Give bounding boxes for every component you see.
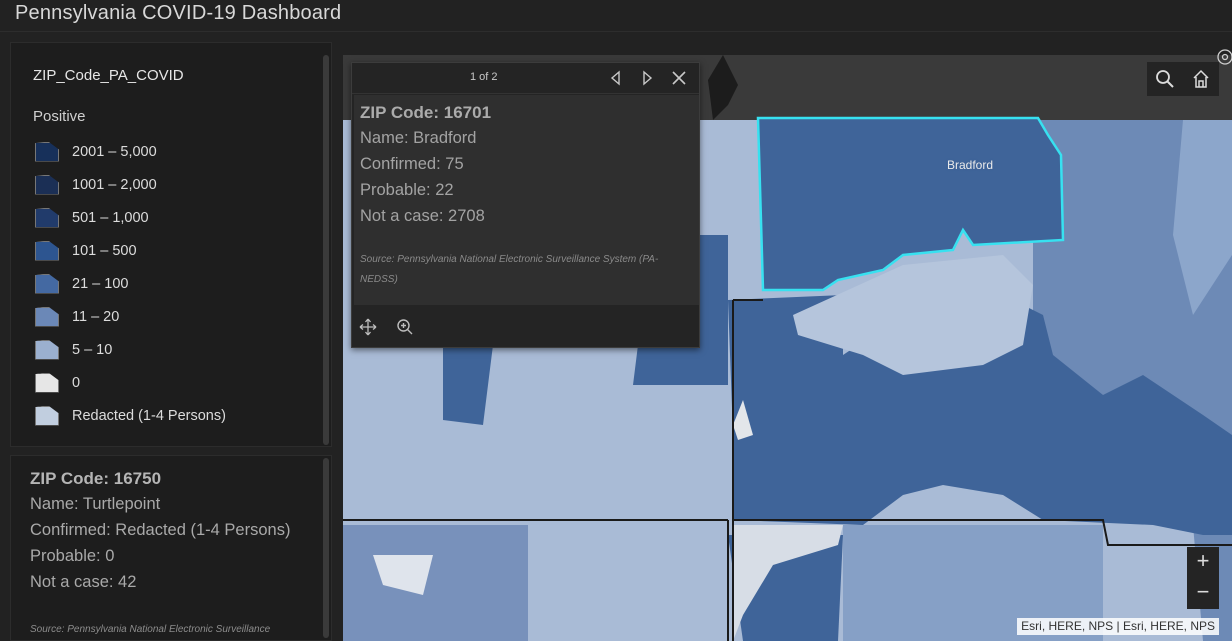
info-scrollbar[interactable] — [323, 458, 329, 638]
popup-next-button[interactable] — [637, 68, 657, 88]
zoom-to-icon — [397, 319, 413, 335]
legend-swatch — [35, 141, 59, 162]
legend-swatch — [35, 240, 59, 261]
legend-item-label: 11 – 20 — [72, 308, 120, 325]
legend-swatch — [35, 339, 59, 360]
info-zip-title: ZIP Code: 16750 — [30, 469, 162, 488]
legend-item-label: 2001 – 5,000 — [72, 143, 157, 160]
chevron-left-icon — [610, 70, 620, 86]
home-button[interactable] — [1190, 68, 1212, 90]
popup-pager: 1 of 2 — [470, 71, 498, 83]
legend-scrollbar[interactable] — [323, 55, 329, 445]
zoom-control: + − — [1187, 547, 1219, 609]
zoom-in-button[interactable]: + — [1187, 547, 1219, 577]
legend-swatch — [35, 174, 59, 195]
popup-probable: Probable: 22 — [360, 181, 454, 199]
popup-source: Source: Pennsylvania National Electronic… — [360, 254, 659, 285]
legend-layer-title: ZIP_Code_PA_COVID — [33, 67, 184, 84]
expand-widget-button[interactable] — [1216, 48, 1232, 66]
popup-header: 1 of 2 — [352, 63, 699, 94]
legend-item-label: 0 — [72, 374, 81, 391]
home-icon — [1193, 69, 1209, 88]
move-icon — [359, 318, 377, 336]
legend-item-label: Redacted (1-4 Persons) — [72, 407, 226, 424]
settings-icon — [1217, 49, 1232, 65]
legend-item-label: 501 – 1,000 — [72, 209, 149, 226]
popup-pan-button[interactable] — [358, 317, 378, 337]
legend-item: 1001 – 2,000 — [35, 168, 226, 201]
legend-swatch — [35, 372, 59, 393]
popup-confirmed: Confirmed: 75 — [360, 155, 464, 173]
popup-not-a-case: Not a case: 2708 — [360, 207, 485, 225]
legend-item: 5 – 10 — [35, 333, 226, 366]
popup-zip-title: ZIP Code: 16701 — [360, 103, 492, 122]
popup-content: ZIP Code: 16701 Name: Bradford Confirmed… — [354, 95, 699, 305]
legend-item-label: 5 – 10 — [72, 341, 113, 358]
legend-item: 101 – 500 — [35, 234, 226, 267]
app-header: Pennsylvania COVID-19 Dashboard — [0, 0, 1232, 32]
map-place-label: Bradford — [947, 158, 994, 172]
legend-swatch — [35, 207, 59, 228]
legend-item: 2001 – 5,000 — [35, 135, 226, 168]
legend-list: 2001 – 5,000 1001 – 2,000 501 – 1,000 10… — [35, 135, 226, 432]
close-icon — [672, 71, 686, 85]
popup-name: Name: Bradford — [360, 129, 477, 147]
map-toolbar — [1147, 62, 1219, 96]
legend-item-label: 21 – 100 — [72, 275, 129, 292]
popup-close-button[interactable] — [669, 68, 689, 88]
zoom-out-button[interactable]: − — [1187, 578, 1219, 608]
legend-item: Redacted (1-4 Persons) — [35, 399, 226, 432]
legend-item: 11 – 20 — [35, 300, 226, 333]
legend-swatch — [35, 306, 59, 327]
info-source: Source: Pennsylvania National Electronic… — [30, 624, 271, 635]
popup-footer — [352, 307, 699, 347]
chevron-right-icon — [643, 70, 653, 86]
info-name: Name: Turtlepoint — [30, 495, 161, 513]
info-probable: Probable: 0 — [30, 547, 115, 565]
feature-popup: 1 of 2 ZIP Code: 16701 Name: Bradford Co… — [351, 62, 700, 348]
zip-region[interactable] — [343, 525, 528, 641]
app-title: Pennsylvania COVID-19 Dashboard — [15, 2, 342, 24]
legend-swatch — [35, 405, 59, 426]
info-confirmed: Confirmed: Redacted (1-4 Persons) — [30, 521, 291, 539]
popup-zoom-to-button[interactable] — [395, 317, 415, 337]
legend-item-label: 1001 – 2,000 — [72, 176, 157, 193]
legend-field-name: Positive — [33, 108, 86, 125]
legend-item: 501 – 1,000 — [35, 201, 226, 234]
legend-item: 0 — [35, 366, 226, 399]
search-button[interactable] — [1154, 68, 1176, 90]
search-icon — [1156, 70, 1174, 88]
info-not-a-case: Not a case: 42 — [30, 573, 137, 591]
zip-info-panel: ZIP Code: 16750 Name: Turtlepoint Confir… — [10, 455, 332, 641]
popup-previous-button[interactable] — [606, 68, 626, 88]
legend-panel: ZIP_Code_PA_COVID Positive 2001 – 5,000 … — [10, 42, 332, 447]
legend-item: 21 – 100 — [35, 267, 226, 300]
map-attribution[interactable]: Esri, HERE, NPS | Esri, HERE, NPS — [1017, 618, 1219, 635]
legend-swatch — [35, 273, 59, 294]
legend-item-label: 101 – 500 — [72, 242, 137, 259]
